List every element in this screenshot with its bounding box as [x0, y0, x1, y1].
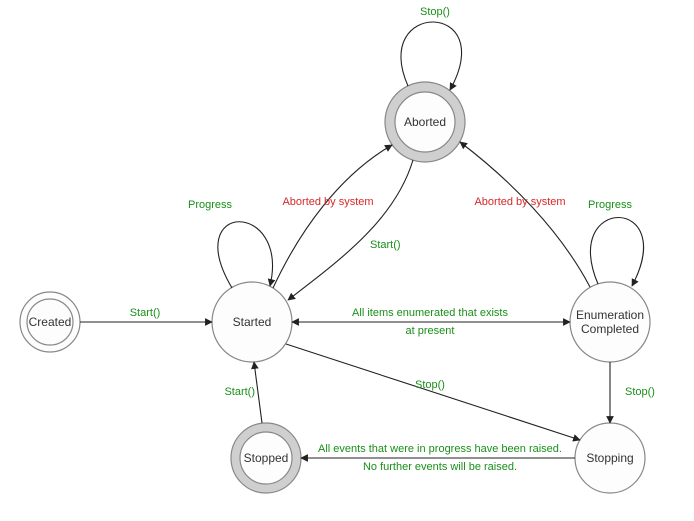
- edge-stopping-stopped-label-2: No further events will be raised.: [363, 461, 517, 473]
- state-stopped-label: Stopped: [244, 451, 289, 465]
- edge-created-to-started: Start(): [80, 307, 212, 322]
- state-created-label: Created: [29, 315, 72, 329]
- edge-stopped-started-label: Start(): [224, 386, 255, 398]
- edge-enum-self-label: Progress: [588, 199, 633, 211]
- edge-stopping-to-stopped: All events that were in progress have be…: [301, 443, 575, 473]
- edge-started-self-progress: Progress: [188, 199, 272, 288]
- edge-aborted-to-started: Start(): [288, 160, 413, 300]
- state-stopping-label: Stopping: [586, 451, 633, 465]
- state-stopped: Stopped: [231, 423, 301, 493]
- state-created: Created: [20, 292, 80, 352]
- edge-stopping-stopped-label-1: All events that were in progress have be…: [318, 443, 562, 455]
- edge-enum-to-stopping: Stop(): [610, 362, 655, 423]
- edge-started-aborted-label: Aborted by system: [282, 196, 373, 208]
- edge-enum-to-aborted: Aborted by system: [460, 142, 590, 287]
- edge-started-self-label: Progress: [188, 199, 233, 211]
- state-started: Started: [212, 282, 292, 362]
- edge-stopped-to-started: Start(): [224, 362, 262, 423]
- state-enum-label-1: Enumeration: [576, 308, 644, 322]
- edge-aborted-self-label: Stop(): [420, 6, 450, 18]
- edge-started-enum-label-1: All items enumerated that exists: [352, 307, 508, 319]
- edge-started-to-stopping: Stop(): [286, 344, 580, 440]
- state-aborted: Aborted: [385, 82, 465, 162]
- edge-enum-self-progress: Progress: [588, 199, 644, 286]
- state-started-label: Started: [233, 315, 272, 329]
- edge-started-enum-bidir: All items enumerated that exists at pres…: [292, 307, 570, 337]
- state-enumeration-completed: Enumeration Completed: [570, 282, 650, 362]
- state-aborted-label: Aborted: [404, 115, 446, 129]
- edge-enum-aborted-label: Aborted by system: [474, 196, 565, 208]
- state-enum-label-2: Completed: [581, 322, 639, 336]
- state-diagram: Created Started Aborted Enumeration Comp…: [0, 0, 694, 521]
- edge-created-started-label: Start(): [130, 307, 161, 319]
- state-stopping: Stopping: [575, 423, 645, 493]
- edge-started-to-aborted: Aborted by system: [273, 145, 392, 288]
- edge-started-stopping-label: Stop(): [415, 379, 445, 391]
- edge-aborted-started-label: Start(): [370, 239, 401, 251]
- edge-enum-stopping-label: Stop(): [625, 386, 655, 398]
- edge-aborted-self-stop: Stop(): [401, 6, 462, 90]
- edge-started-enum-label-2: at present: [406, 325, 455, 337]
